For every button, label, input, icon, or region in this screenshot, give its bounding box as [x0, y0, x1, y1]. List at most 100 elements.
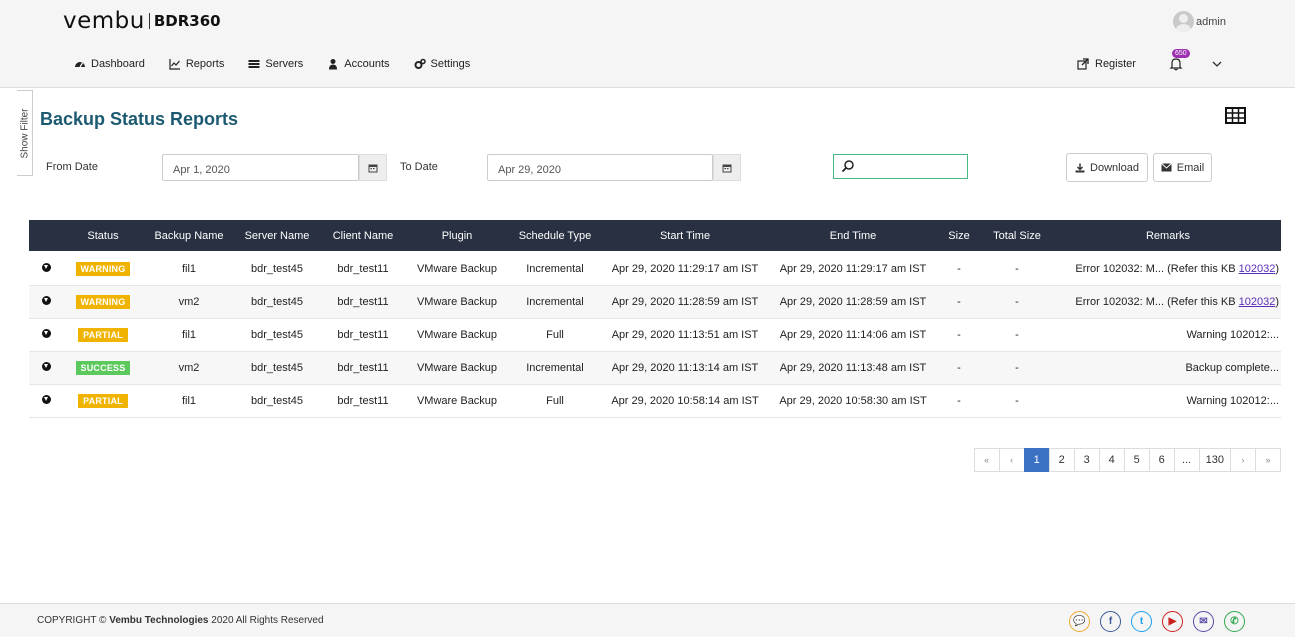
to-date-label: To Date	[400, 161, 438, 173]
expand-row-icon[interactable]	[41, 328, 51, 338]
pagination-page[interactable]: 5	[1123, 448, 1150, 472]
column-header-client-name[interactable]: Client Name	[319, 220, 407, 253]
to-date-calendar-button[interactable]	[713, 154, 741, 181]
twitter-icon[interactable]: t	[1131, 611, 1152, 632]
column-header-start-time[interactable]: Start Time	[603, 220, 767, 253]
client-name-cell: bdr_test11	[337, 361, 389, 374]
kb-link[interactable]: 102032	[1239, 296, 1276, 308]
download-button[interactable]: Download	[1066, 153, 1148, 182]
calendar-icon	[722, 164, 732, 172]
start-time-cell: Apr 29, 2020 11:29:17 am IST	[611, 262, 759, 275]
dashboard-icon	[75, 62, 85, 68]
pagination-page[interactable]: 1	[1023, 448, 1050, 472]
chevron-down-icon[interactable]	[1212, 60, 1222, 68]
email-label: Email	[1176, 161, 1205, 174]
bell-icon[interactable]	[1169, 57, 1183, 71]
table-view-icon[interactable]	[1225, 107, 1246, 124]
nav-servers[interactable]: Servers	[248, 58, 303, 70]
status-badge: PARTIAL	[78, 393, 128, 408]
column-header-schedule-type[interactable]: Schedule Type	[507, 220, 603, 253]
show-filter-label: Show Filter	[19, 107, 31, 159]
from-date-input[interactable]: Apr 1, 2020	[162, 154, 359, 181]
table-row[interactable]: PARTIAL fil1 bdr_test45 bdr_test11 VMware Ba…	[29, 318, 1281, 351]
size-cell: -	[957, 295, 961, 308]
user-menu[interactable]: admin	[1173, 11, 1226, 32]
email-icon[interactable]: ✉	[1193, 611, 1214, 632]
pagination-page[interactable]: 4	[1098, 448, 1125, 472]
end-time-cell: Apr 29, 2020 11:28:59 am IST	[779, 295, 927, 308]
table-row[interactable]: SUCCESS vm2 bdr_test45 bdr_test11 VMware Bac…	[29, 351, 1281, 384]
backup-name-cell: fil1	[181, 262, 197, 275]
pagination: «‹ 1 2 3 4 5 6... 130 ›»	[973, 448, 1281, 472]
nav-accounts[interactable]: Accounts	[327, 58, 390, 70]
nav-dashboard[interactable]: Dashboard	[74, 58, 145, 70]
pagination-page[interactable]: 3	[1073, 448, 1100, 472]
expand-cell	[29, 351, 63, 384]
end-time-cell: Apr 29, 2020 11:13:48 am IST	[779, 361, 927, 374]
server-name-cell: bdr_test45	[251, 295, 303, 308]
expand-row-icon[interactable]	[41, 361, 51, 371]
column-header-total-size[interactable]: Total Size	[979, 220, 1055, 253]
backup-name-cell: vm2	[178, 295, 200, 308]
vembu-logo[interactable]: vembu BDR360	[63, 8, 221, 34]
to-date-input[interactable]: Apr 29, 2020	[487, 154, 713, 181]
server-name-cell: bdr_test45	[251, 394, 303, 407]
column-header-backup-name[interactable]: Backup Name	[143, 220, 235, 253]
pagination-arrow[interactable]: «	[973, 448, 1000, 472]
expand-row-icon[interactable]	[41, 262, 51, 272]
expand-row-icon[interactable]	[41, 394, 51, 404]
column-header-plugin[interactable]: Plugin	[407, 220, 507, 253]
nav-settings[interactable]: Settings	[414, 58, 470, 70]
facebook-icon[interactable]: f	[1100, 611, 1121, 632]
column-header-end-time[interactable]: End Time	[767, 220, 939, 253]
status-cell: PARTIAL	[63, 318, 143, 351]
table-row[interactable]: PARTIAL fil1 bdr_test45 bdr_test11 VMware Ba…	[29, 384, 1281, 417]
client-name-cell: bdr_test11	[337, 328, 389, 341]
whatsapp-icon[interactable]: ✆	[1224, 611, 1245, 632]
copyright-suffix: 2020 All Rights Reserved	[208, 615, 324, 626]
table-row[interactable]: WARNING vm2 bdr_test45 bdr_test11 VMware Bac…	[29, 285, 1281, 318]
from-date-calendar-button[interactable]	[359, 154, 387, 181]
chat-icon[interactable]: 💬	[1069, 611, 1090, 632]
total-size-cell: -	[1015, 328, 1019, 341]
social-links: 💬 f t ▶ ✉ ✆	[1069, 611, 1245, 632]
expand-cell	[29, 384, 63, 417]
register-label: Register	[1095, 58, 1136, 70]
server-name-cell: bdr_test45	[251, 361, 303, 374]
remarks-text: Backup complete...	[1185, 361, 1279, 374]
backup-status-table: Status Backup Name Server Name Client Na…	[29, 220, 1281, 418]
search-input[interactable]	[833, 154, 968, 179]
remarks-text: Warning 102012:...	[1186, 394, 1279, 407]
email-button[interactable]: Email	[1153, 153, 1212, 182]
pagination-page[interactable]: 6	[1148, 448, 1175, 472]
size-cell: -	[957, 394, 961, 407]
kb-link[interactable]: 102032	[1239, 263, 1276, 275]
pagination-arrow[interactable]: »	[1255, 448, 1281, 472]
youtube-icon[interactable]: ▶	[1162, 611, 1183, 632]
table-row[interactable]: WARNING fil1 bdr_test45 bdr_test11 VMware Ba…	[29, 252, 1281, 285]
pagination-arrow[interactable]: ‹	[998, 448, 1025, 472]
plugin-cell: VMware Backup	[416, 262, 498, 275]
show-filter-toggle[interactable]: Show Filter	[17, 90, 33, 176]
total-size-cell: -	[1015, 394, 1019, 407]
register-link[interactable]: Register	[1077, 58, 1136, 70]
plugin-cell: VMware Backup	[416, 361, 498, 374]
logo-divider	[148, 13, 150, 29]
pagination-page[interactable]: 130	[1198, 448, 1231, 472]
start-time-cell: Apr 29, 2020 11:13:14 am IST	[611, 361, 759, 374]
remarks-cell: Error 102032: M... (Refer this KB 102032…	[1055, 252, 1281, 285]
pagination-arrow[interactable]: ›	[1230, 448, 1256, 472]
expand-row-icon[interactable]	[41, 295, 51, 305]
column-header-status[interactable]: Status	[63, 220, 143, 253]
nav-accounts-label: Accounts	[344, 58, 390, 70]
pagination-page[interactable]: 2	[1048, 448, 1075, 472]
gears-icon	[414, 58, 426, 69]
logo-product-text: BDR360	[153, 12, 221, 30]
schedule-type-cell: Incremental	[526, 262, 584, 275]
nav-reports[interactable]: Reports	[169, 58, 224, 70]
table-header-row: Status Backup Name Server Name Client Na…	[29, 220, 1281, 253]
column-header-remarks[interactable]: Remarks	[1055, 220, 1281, 253]
column-header-server-name[interactable]: Server Name	[235, 220, 319, 253]
remarks-cell: Backup complete...	[1055, 351, 1281, 384]
column-header-size[interactable]: Size	[939, 220, 979, 253]
